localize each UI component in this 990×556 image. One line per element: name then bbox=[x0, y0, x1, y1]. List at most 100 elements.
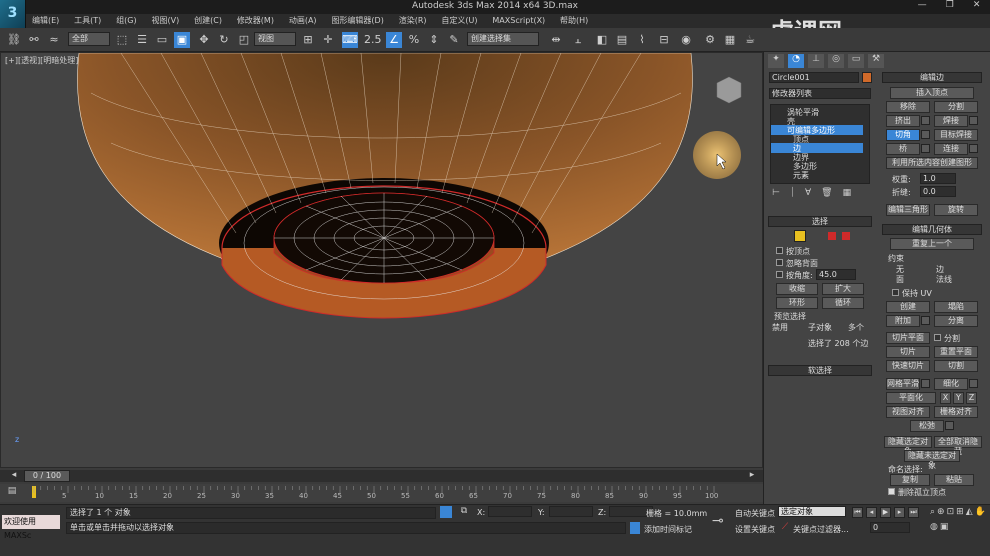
track-bar-menu-icon[interactable]: ▤ bbox=[4, 486, 20, 500]
motion-tab-icon[interactable]: ◎ bbox=[828, 54, 844, 68]
menu-rendering[interactable]: 渲染(R) bbox=[393, 14, 433, 28]
slice-button[interactable]: 切片 bbox=[886, 346, 930, 358]
create-button[interactable]: 创建 bbox=[886, 301, 930, 313]
object-name-field[interactable]: Circle001 bbox=[769, 72, 859, 83]
select-by-name-icon[interactable]: ☰ bbox=[134, 32, 150, 48]
turn-button[interactable]: 旋转 bbox=[934, 204, 978, 216]
split-checkbox[interactable] bbox=[934, 334, 941, 341]
graphite-icon[interactable]: ▤ bbox=[614, 32, 630, 48]
named-selection-sets-dropdown[interactable]: 创建选择集 bbox=[467, 32, 539, 46]
track-bar[interactable]: ▤ 5 10 15 20 25 30 35 40 45 50 55 60 65 … bbox=[0, 484, 763, 502]
preview-disabled-radio[interactable]: 禁用 bbox=[772, 322, 788, 333]
window-crossing-icon[interactable]: ▣ bbox=[174, 32, 190, 48]
edit-triangulation-button[interactable]: 编辑三角形 bbox=[886, 204, 930, 216]
menu-modifiers[interactable]: 修改器(M) bbox=[231, 14, 280, 28]
next-frame-icon[interactable]: ▸ bbox=[744, 470, 760, 482]
rotate-icon[interactable]: ↻ bbox=[216, 32, 232, 48]
menu-graph-editors[interactable]: 图形编辑器(D) bbox=[325, 14, 389, 28]
auto-key-button[interactable]: 自动关键点 bbox=[735, 508, 775, 519]
make-planar-button[interactable]: 平面化 bbox=[886, 392, 936, 404]
reference-coord-dropdown[interactable]: 视图 bbox=[254, 32, 296, 46]
create-tab-icon[interactable]: ✦ bbox=[768, 54, 784, 68]
menu-maxscript[interactable]: MAXScript(X) bbox=[486, 14, 551, 28]
utilities-tab-icon[interactable]: ⚒ bbox=[868, 54, 884, 68]
menu-group[interactable]: 组(G) bbox=[110, 14, 142, 28]
set-key-button[interactable]: 设置关键点 bbox=[735, 524, 775, 535]
fov-icon[interactable]: ◭ bbox=[966, 507, 973, 520]
modify-tab-icon[interactable]: ◔ bbox=[788, 54, 804, 68]
render-teapot-icon[interactable]: ☕ bbox=[742, 32, 758, 48]
extrude-button[interactable]: 挤出 bbox=[886, 115, 920, 127]
menu-animation[interactable]: 动画(A) bbox=[283, 14, 323, 28]
constraint-normal-radio[interactable]: 法线 bbox=[936, 274, 952, 285]
y-coord-field[interactable] bbox=[549, 506, 593, 517]
relax-settings-button[interactable] bbox=[945, 421, 954, 430]
bind-space-warp-icon[interactable]: ≈ bbox=[46, 32, 62, 48]
chamfer-settings-button[interactable] bbox=[921, 130, 930, 139]
meshsmooth-settings-button[interactable] bbox=[921, 379, 930, 388]
close-button[interactable]: ✕ bbox=[973, 0, 981, 14]
hide-selected-button[interactable]: 隐藏选定对象 bbox=[884, 436, 932, 456]
extrude-settings-button[interactable] bbox=[921, 116, 930, 125]
prev-frame-icon[interactable]: ◂ bbox=[6, 470, 22, 482]
slice-plane-button[interactable]: 切片平面 bbox=[886, 332, 930, 344]
soft-selection-rollout-header[interactable]: 软选择 bbox=[768, 365, 872, 376]
paste-button[interactable]: 粘贴 bbox=[934, 474, 974, 486]
hide-unselected-button[interactable]: 隐藏未选定对象 bbox=[904, 450, 960, 470]
scale-icon[interactable]: ◰ bbox=[236, 32, 252, 48]
viewport-perspective[interactable]: [+][透视][明暗处理] z bbox=[0, 52, 763, 468]
lock-selection-icon[interactable] bbox=[440, 506, 452, 518]
orbit-icon[interactable]: ◍ bbox=[930, 522, 938, 535]
remove-button[interactable]: 移除 bbox=[886, 101, 930, 113]
layer-manager-icon[interactable]: ◧ bbox=[594, 32, 610, 48]
menu-create[interactable]: 创建(C) bbox=[188, 14, 228, 28]
named-selection-icon[interactable]: ✎ bbox=[446, 32, 462, 48]
goto-end-icon[interactable]: ⏭ bbox=[908, 507, 919, 518]
angle-field[interactable]: 45.0 bbox=[816, 269, 856, 280]
zoom-all-icon[interactable]: ⊕ bbox=[937, 507, 945, 520]
by-angle-checkbox[interactable] bbox=[776, 271, 783, 278]
play-icon[interactable]: ▶ bbox=[880, 507, 891, 518]
mirror-icon[interactable]: ⇹ bbox=[548, 32, 564, 48]
target-weld-button[interactable]: 目标焊接 bbox=[934, 129, 978, 141]
connect-settings-button[interactable] bbox=[969, 144, 978, 153]
copy-button[interactable]: 复制 bbox=[890, 474, 930, 486]
grow-button[interactable]: 扩大 bbox=[822, 283, 864, 295]
preview-subobject-radio[interactable]: 子对象 bbox=[808, 322, 832, 333]
chamfer-button[interactable]: 切角 bbox=[886, 129, 920, 141]
snaps-toggle-icon[interactable]: 2.5 bbox=[364, 32, 382, 48]
bridge-button[interactable]: 桥 bbox=[886, 143, 920, 155]
material-editor-icon[interactable]: ◉ bbox=[678, 32, 694, 48]
menu-tools[interactable]: 工具(T) bbox=[68, 14, 107, 28]
stack-element[interactable]: 元素 bbox=[793, 170, 809, 181]
attach-button[interactable]: 附加 bbox=[886, 315, 920, 327]
make-unique-icon[interactable]: ∀ bbox=[805, 188, 811, 200]
preview-multi-radio[interactable]: 多个 bbox=[848, 322, 864, 333]
current-frame-field[interactable]: 0 bbox=[870, 522, 910, 533]
link-icon[interactable]: ⛓ bbox=[6, 32, 22, 48]
render-setup-icon[interactable]: ⚙ bbox=[702, 32, 718, 48]
edit-geometry-rollout-header[interactable]: 编辑几何体 bbox=[882, 224, 982, 235]
unlink-icon[interactable]: ⚯ bbox=[26, 32, 42, 48]
ignore-backfacing-checkbox[interactable] bbox=[776, 259, 783, 266]
app-logo[interactable]: 3 bbox=[0, 0, 26, 28]
hierarchy-tab-icon[interactable]: ⊥ bbox=[808, 54, 824, 68]
weld-settings-button[interactable] bbox=[969, 116, 978, 125]
pivot-icon[interactable]: ⊞ bbox=[300, 32, 316, 48]
meshsmooth-button[interactable]: 网格平滑 bbox=[886, 378, 920, 390]
menu-customize[interactable]: 自定义(U) bbox=[435, 14, 483, 28]
next-key-icon[interactable]: ▸ bbox=[894, 507, 905, 518]
collapse-button[interactable]: 塌陷 bbox=[934, 301, 978, 313]
menu-help[interactable]: 帮助(H) bbox=[554, 14, 594, 28]
time-slider-track[interactable]: ◂ 0 / 100 ▸ bbox=[0, 470, 763, 482]
element-level-icon[interactable] bbox=[842, 232, 850, 240]
rect-select-icon[interactable]: ▭ bbox=[154, 32, 170, 48]
reset-plane-button[interactable]: 重置平面 bbox=[934, 346, 978, 358]
spinner-snap-icon[interactable]: ⇕ bbox=[426, 32, 442, 48]
object-color-swatch[interactable] bbox=[862, 72, 872, 83]
menu-views[interactable]: 视图(V) bbox=[146, 14, 186, 28]
modifier-list-dropdown[interactable]: 修改器列表 bbox=[769, 88, 871, 99]
preserve-uv-checkbox[interactable] bbox=[892, 289, 899, 296]
shrink-button[interactable]: 收缩 bbox=[776, 283, 818, 295]
cut-button[interactable]: 切割 bbox=[934, 360, 978, 372]
